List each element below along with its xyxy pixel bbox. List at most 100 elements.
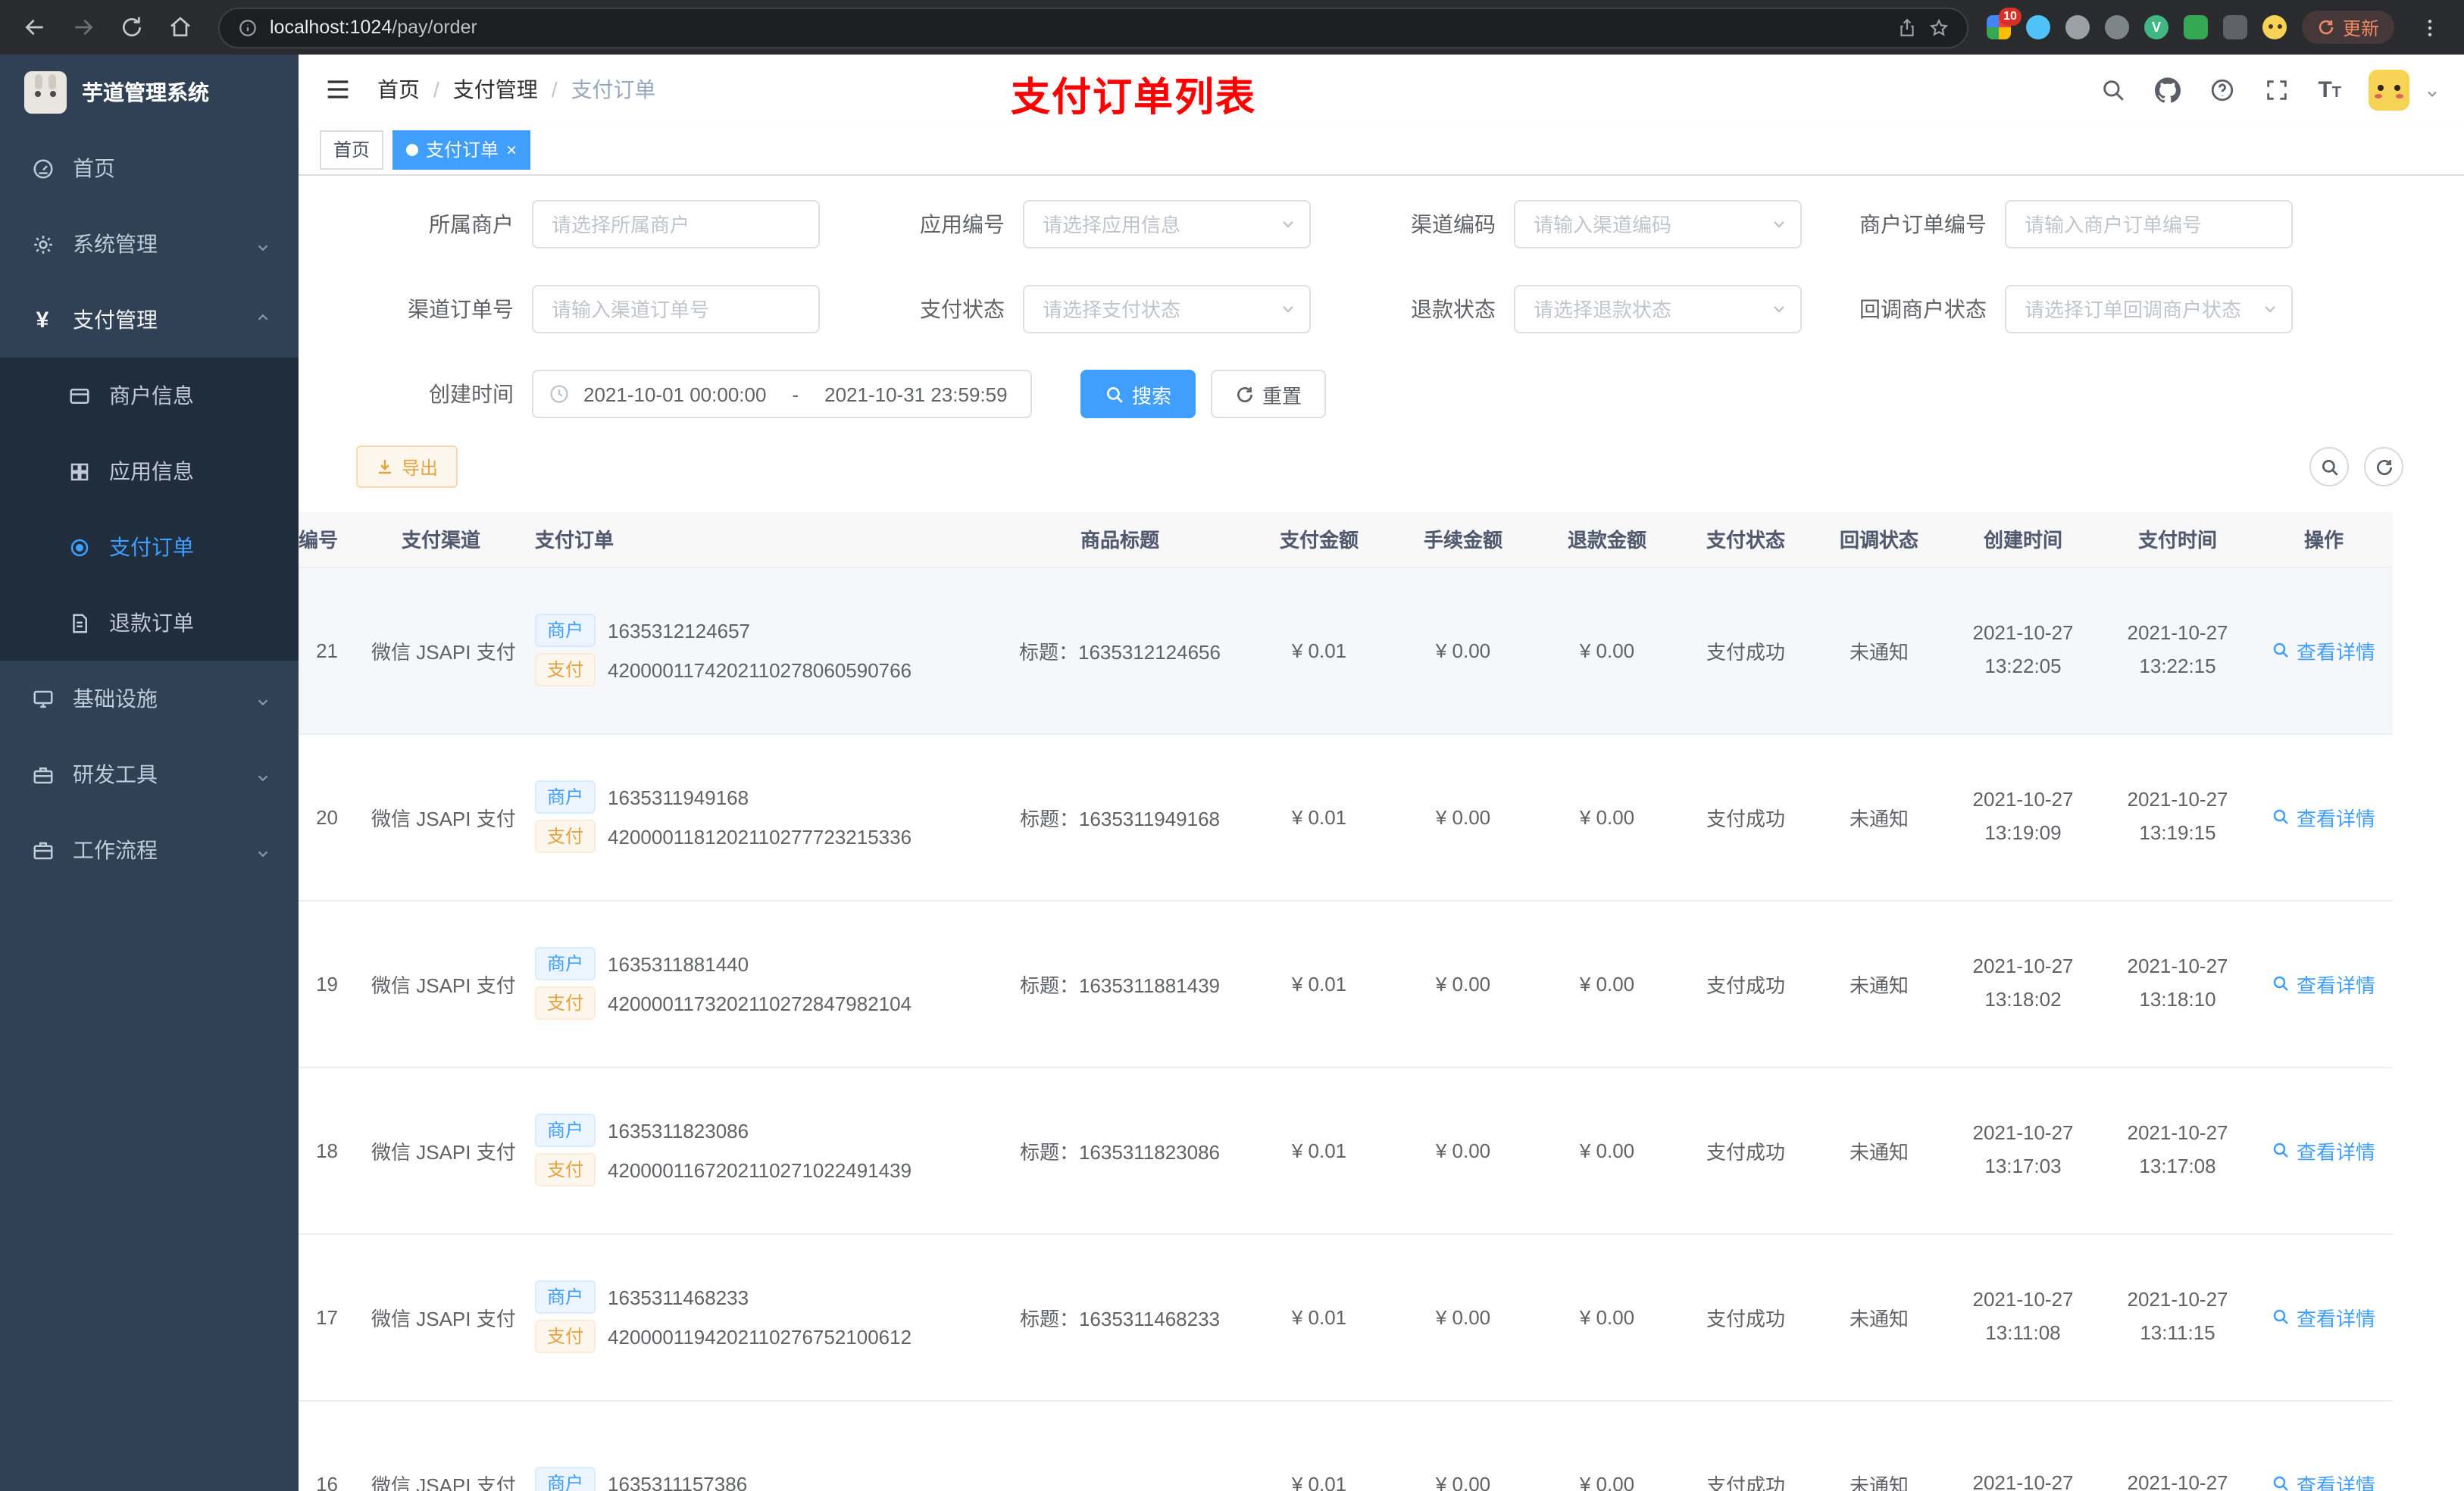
table-row[interactable]: 18 微信 JSAPI 支付 商户 1635311823086 支付 4200001…	[299, 1067, 2393, 1234]
table-row[interactable]: 20 微信 JSAPI 支付 商户 1635311949168 支付 4200001…	[299, 733, 2393, 901]
table-row[interactable]: 17 微信 JSAPI 支付 商户 1635311468233 支付 4200001…	[299, 1233, 2393, 1401]
cell-actions: 查看详情	[2255, 1233, 2393, 1401]
merchant-order-no-input[interactable]	[2005, 200, 2293, 248]
merchant-input[interactable]	[532, 200, 820, 248]
reset-button[interactable]: 重置	[1211, 370, 1327, 418]
avatar-caret-icon[interactable]	[2425, 82, 2440, 97]
sidebar-toggle-icon[interactable]	[323, 74, 353, 105]
pay-status-select[interactable]	[1023, 285, 1311, 333]
hide-search-icon[interactable]	[2309, 447, 2349, 486]
table-toolbar: 导出	[299, 445, 2464, 488]
cell-id: 21	[299, 567, 359, 734]
export-button[interactable]: 导出	[356, 445, 458, 488]
url-bar[interactable]: localhost:1024/pay/order	[218, 7, 1968, 48]
extension-puzzle[interactable]: 10	[1986, 8, 2022, 39]
sidebar-item-home[interactable]: 首页	[0, 130, 299, 206]
share-icon[interactable]	[1897, 17, 1917, 37]
extension-emoji-icon[interactable]	[2262, 15, 2287, 39]
table-tools	[2309, 447, 2403, 486]
reload-icon[interactable]	[112, 8, 152, 47]
site-info-icon[interactable]	[238, 17, 258, 37]
cell-refund: ¥ 0.00	[1535, 1233, 1679, 1401]
cell-notify-status: 未通知	[1812, 1233, 1946, 1401]
view-detail-link[interactable]: 查看详情	[2272, 1302, 2375, 1331]
cell-channel: 微信 JSAPI 支付	[359, 1400, 523, 1491]
logo[interactable]: 芋道管理系统	[0, 55, 299, 130]
search-icon	[1106, 386, 1123, 402]
filter-row-1: 所属商户 应用编号 渠道编码 商户订单编号	[299, 200, 2464, 248]
logo-avatar	[24, 71, 67, 114]
refund-status-select[interactable]	[1514, 285, 1802, 333]
extension-dark-icon[interactable]	[2222, 15, 2247, 39]
table-row[interactable]: 16 微信 JSAPI 支付 商户 1635311157386 ¥ 0.01 ¥ …	[299, 1400, 2393, 1491]
notify-status-select[interactable]	[2005, 285, 2293, 333]
fullscreen-icon[interactable]	[2263, 76, 2290, 103]
avatar[interactable]	[2369, 69, 2409, 110]
view-detail-link[interactable]: 查看详情	[2272, 636, 2375, 664]
extension-green-icon[interactable]	[2183, 15, 2208, 39]
header-amount: 支付金额	[1247, 512, 1391, 567]
sidebar-item-app-info[interactable]: 应用信息	[0, 433, 299, 509]
record-icon	[67, 535, 91, 559]
breadcrumb-payment[interactable]: 支付管理	[453, 74, 538, 105]
view-detail-link[interactable]: 查看详情	[2272, 1469, 2375, 1491]
refresh-table-icon[interactable]	[2364, 447, 2403, 486]
channel-order-no-input[interactable]	[532, 285, 820, 333]
cell-refund: ¥ 0.00	[1535, 567, 1679, 734]
cell-channel: 微信 JSAPI 支付	[359, 1067, 523, 1234]
extension-gray-icon[interactable]	[2065, 15, 2090, 39]
close-icon[interactable]: ×	[506, 140, 517, 158]
pay-tag: 支付	[535, 1153, 596, 1186]
sidebar-item-merchant-info[interactable]: 商户信息	[0, 358, 299, 433]
view-detail-link[interactable]: 查看详情	[2272, 802, 2375, 831]
extension-drop-icon[interactable]	[2025, 15, 2050, 39]
cell-fee: ¥ 0.00	[1391, 1067, 1535, 1234]
sidebar-item-payment[interactable]: ¥ 支付管理	[0, 282, 299, 358]
filter-create-time: 创建时间 2021-10-01 00:00:00 - 2021-10-31 23…	[356, 370, 1032, 418]
cell-order: 商户 1635312124657 支付 4200001174202110278060…	[523, 567, 993, 734]
sidebar-item-refund-order[interactable]: 退款订单	[0, 585, 299, 661]
date-range-input[interactable]: 2021-10-01 00:00:00 - 2021-10-31 23:59:5…	[532, 370, 1032, 418]
chevron-down-icon	[255, 690, 271, 707]
search-icon	[2274, 976, 2289, 991]
view-detail-link[interactable]: 查看详情	[2272, 969, 2375, 998]
font-size-icon[interactable]: TT	[2318, 78, 2341, 101]
search-icon	[2274, 809, 2289, 824]
cell-notify-status: 未通知	[1812, 900, 1946, 1067]
forward-icon[interactable]	[64, 8, 103, 47]
view-detail-link[interactable]: 查看详情	[2272, 1136, 2375, 1164]
github-icon[interactable]	[2154, 76, 2181, 103]
app-id-select[interactable]	[1023, 200, 1311, 248]
sidebar: 芋道管理系统 首页 系统管理 ¥ 支付管理 商户信息 应用信息 支付订单 退款订…	[0, 55, 299, 1491]
toolbox-icon	[30, 762, 55, 786]
chrome-update-button[interactable]: 更新	[2301, 11, 2394, 44]
search-icon[interactable]	[2100, 76, 2127, 103]
filter-channel-code: 渠道编码	[1338, 200, 1802, 248]
back-icon[interactable]	[15, 8, 55, 47]
cell-channel: 微信 JSAPI 支付	[359, 900, 523, 1067]
breadcrumb-home[interactable]: 首页	[377, 74, 420, 105]
vue-devtools-icon[interactable]: V	[2143, 15, 2169, 39]
help-icon[interactable]	[2209, 76, 2236, 103]
search-button[interactable]: 搜索	[1080, 370, 1196, 418]
sidebar-item-workflow[interactable]: 工作流程	[0, 812, 299, 888]
active-tab-dot	[406, 143, 419, 155]
browser-menu-icon[interactable]	[2409, 8, 2449, 47]
table-row[interactable]: 19 微信 JSAPI 支付 商户 1635311881440 支付 4200001…	[299, 900, 2393, 1067]
cell-create-time: 2021-10-27 13:17:03	[1946, 1067, 2100, 1234]
tab-pay-order[interactable]: 支付订单 ×	[392, 130, 531, 169]
sidebar-item-pay-order[interactable]: 支付订单	[0, 509, 299, 585]
extension-gray2-icon[interactable]	[2104, 15, 2129, 39]
sidebar-item-dev-tools[interactable]: 研发工具	[0, 736, 299, 812]
channel-code-select[interactable]	[1514, 200, 1802, 248]
document-icon	[67, 611, 91, 635]
sidebar-item-system[interactable]: 系统管理	[0, 206, 299, 282]
orders-table: 编号 支付渠道 支付订单 商品标题 支付金额 手续金额 退款金额 支付状态 回调…	[299, 512, 2393, 1491]
sidebar-item-infra[interactable]: 基础设施	[0, 661, 299, 736]
bookmark-star-icon[interactable]	[1929, 17, 1949, 37]
table-row[interactable]: 21 微信 JSAPI 支付 商户 1635312124657 支付 4200001…	[299, 567, 2393, 734]
cell-pay-time: 2021-10-27 13:22:15	[2100, 567, 2255, 734]
tab-home[interactable]: 首页	[320, 130, 384, 169]
home-icon[interactable]	[161, 8, 200, 47]
payment-submenu: 商户信息 应用信息 支付订单 退款订单	[0, 358, 299, 661]
